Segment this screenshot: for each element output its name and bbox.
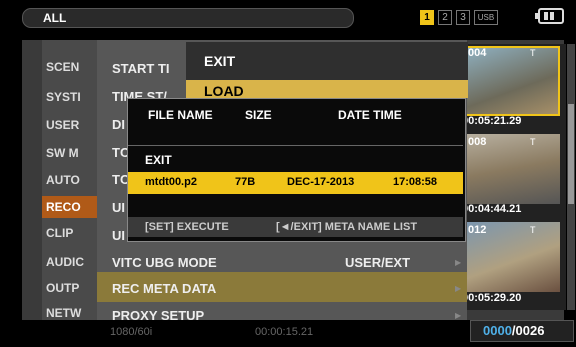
- slot-2: 2: [438, 10, 452, 25]
- thumb-id: 012: [468, 224, 487, 236]
- thumb-id: 004: [468, 47, 487, 59]
- menu-item-user[interactable]: USER: [46, 118, 98, 132]
- thumb-duration: 00:05:21.29: [462, 115, 522, 127]
- menu-item-ub-2[interactable]: UI: [112, 228, 125, 243]
- timecode: 00:00:15.21: [255, 326, 314, 338]
- file-name: mtdt00.p2: [145, 176, 197, 188]
- menu-item-sw-mode[interactable]: SW M: [46, 146, 98, 160]
- thumb-t: T: [530, 137, 536, 147]
- filter-label: ALL: [43, 11, 67, 25]
- menu-item-rec-meta-data[interactable]: REC META DATA: [112, 281, 216, 296]
- thumb-t: T: [530, 48, 536, 58]
- menu-item-vitc-ubg-mode[interactable]: VITC UBG MODE: [112, 255, 217, 270]
- menu-item-auto[interactable]: AUTO: [46, 173, 98, 187]
- header-file-name: FILE NAME: [148, 108, 213, 122]
- menu-item-clip[interactable]: CLIP: [46, 226, 98, 240]
- menu-item-system[interactable]: SYSTI: [46, 90, 98, 104]
- thumb-duration: 00:05:29.20: [462, 292, 522, 304]
- dialog-exit[interactable]: EXIT: [145, 153, 172, 167]
- menu-item-network[interactable]: NETW: [46, 306, 98, 320]
- execute-hint: [SET] EXECUTE: [145, 221, 229, 233]
- format-label: 1080/60i: [110, 326, 153, 338]
- slot-1: 1: [420, 10, 434, 25]
- file-time: 17:08:58: [393, 176, 438, 188]
- counter-total: /0026: [511, 323, 545, 338]
- scrollbar[interactable]: [567, 44, 575, 310]
- battery-icon: [535, 8, 564, 24]
- file-size: 77B: [235, 176, 256, 188]
- usb-indicator: USB: [474, 10, 498, 25]
- counter-text: 0000/0026: [483, 323, 544, 338]
- file-date: DEC-17-2013: [287, 176, 355, 188]
- chevron-right-icon: ▶: [455, 284, 462, 293]
- chevron-right-icon: ▶: [455, 258, 462, 267]
- thumb-id: 008: [468, 136, 487, 148]
- counter-current: 0000: [483, 323, 512, 338]
- menu-item-recording[interactable]: RECO: [42, 196, 101, 218]
- menu-item-audio[interactable]: AUDIC: [46, 255, 98, 269]
- thumb-duration: 00:04:44.21: [462, 203, 522, 215]
- slot-3: 3: [456, 10, 470, 25]
- menu-item-exit[interactable]: EXIT: [204, 53, 235, 69]
- menu-item-load[interactable]: LOAD: [204, 83, 244, 99]
- header-date-time: DATE TIME: [338, 108, 402, 122]
- menu-item-df[interactable]: DI: [112, 117, 125, 132]
- menu-item-start-tc[interactable]: START TI: [112, 61, 170, 76]
- vitc-ubg-mode-value: USER/EXT: [345, 255, 411, 270]
- divider: [128, 145, 463, 146]
- menu-item-scene[interactable]: SCEN: [46, 60, 98, 74]
- meta-name-list-hint: [◄/EXIT] META NAME LIST: [276, 221, 418, 233]
- menu-item-output[interactable]: OUTP: [46, 281, 98, 295]
- filter-box[interactable]: ALL: [22, 8, 354, 28]
- menu-item-ub-1[interactable]: UI: [112, 200, 125, 215]
- chevron-right-icon: ▶: [455, 311, 462, 320]
- header-size: SIZE: [245, 108, 272, 122]
- thumb-t: T: [530, 225, 536, 235]
